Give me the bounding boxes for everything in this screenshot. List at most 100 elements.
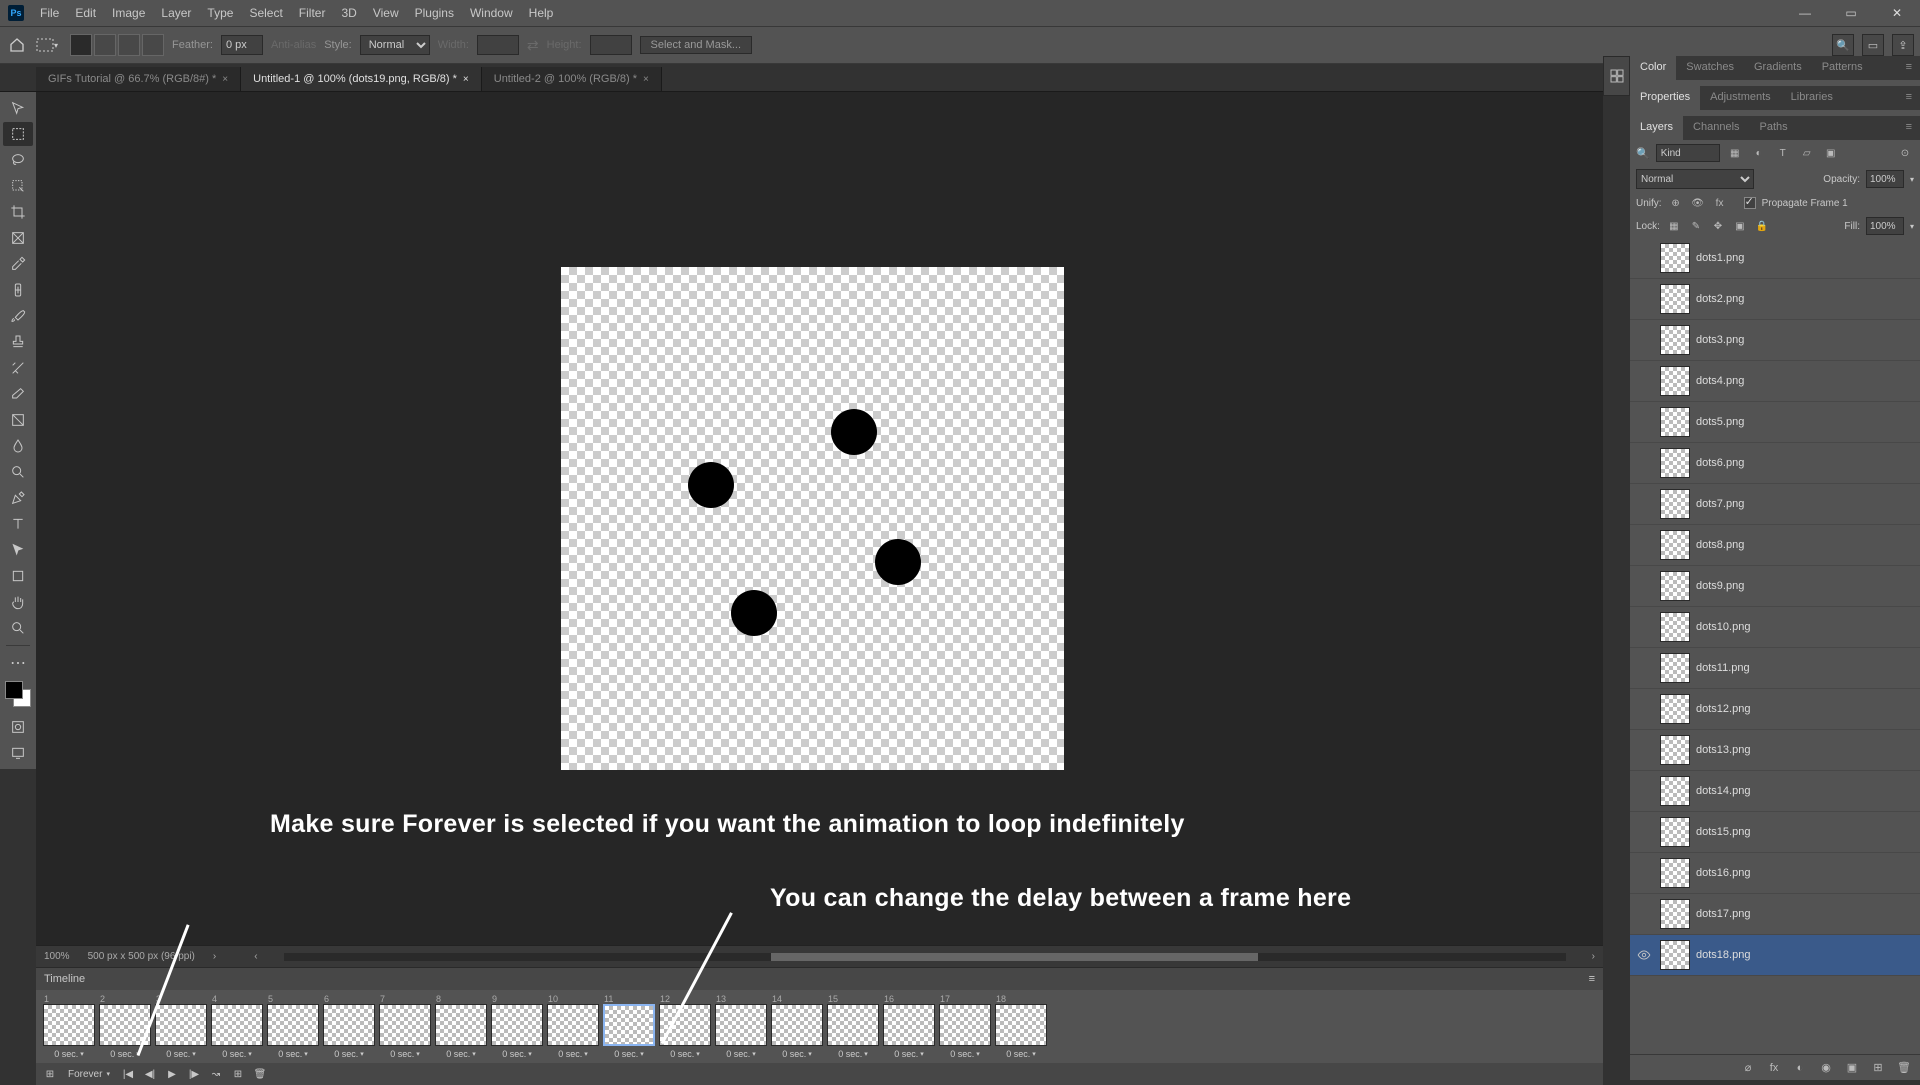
pen-tool[interactable]: [3, 486, 33, 510]
layer-row[interactable]: dots3.png: [1630, 320, 1920, 361]
layer-row[interactable]: dots12.png: [1630, 689, 1920, 730]
layer-row[interactable]: dots15.png: [1630, 812, 1920, 853]
visibility-toggle[interactable]: [1634, 948, 1654, 962]
lock-position-icon[interactable]: ✥: [1710, 218, 1726, 234]
screenmode-tool[interactable]: [3, 741, 33, 765]
tab-color[interactable]: Color: [1630, 56, 1676, 80]
frame-delay[interactable]: 0 sec.▾: [894, 1049, 924, 1059]
tab-gradients[interactable]: Gradients: [1744, 56, 1812, 80]
filter-adjust-icon[interactable]: ◐: [1750, 144, 1768, 162]
lock-pixels-icon[interactable]: ✎: [1688, 218, 1704, 234]
lock-all-icon[interactable]: 🔒: [1754, 218, 1770, 234]
color-swatches[interactable]: [5, 681, 31, 707]
window-maximize[interactable]: ▭: [1828, 0, 1874, 26]
search-icon[interactable]: 🔍: [1832, 34, 1854, 56]
frame-delay[interactable]: 0 sec.▾: [782, 1049, 812, 1059]
home-icon[interactable]: [6, 34, 28, 56]
filter-toggle[interactable]: ⊙: [1896, 144, 1914, 162]
panel-menu-icon[interactable]: ≡: [1898, 116, 1920, 140]
timeline-frame[interactable]: 60 sec.▾: [322, 994, 376, 1059]
filter-shape-icon[interactable]: ▱: [1798, 144, 1816, 162]
tab-paths[interactable]: Paths: [1750, 116, 1798, 140]
layer-mask-icon[interactable]: ◐: [1792, 1060, 1808, 1076]
group-icon[interactable]: ▣: [1844, 1060, 1860, 1076]
layer-row[interactable]: dots18.png: [1630, 935, 1920, 976]
timeline-frame[interactable]: 160 sec.▾: [882, 994, 936, 1059]
close-icon[interactable]: ×: [463, 74, 469, 85]
timeline-frame[interactable]: 120 sec.▾: [658, 994, 712, 1059]
menu-layer[interactable]: Layer: [153, 6, 199, 20]
share-icon[interactable]: ⇪: [1892, 34, 1914, 56]
frame-delay[interactable]: 0 sec.▾: [390, 1049, 420, 1059]
frame-delay[interactable]: 0 sec.▾: [54, 1049, 84, 1059]
selection-subtract[interactable]: [118, 34, 140, 56]
layer-row[interactable]: dots17.png: [1630, 894, 1920, 935]
menu-type[interactable]: Type: [199, 6, 241, 20]
quickmask-tool[interactable]: [3, 715, 33, 739]
timeline-frame[interactable]: 40 sec.▾: [210, 994, 264, 1059]
unify-visibility-icon[interactable]: 👁: [1690, 195, 1706, 211]
timeline-frame[interactable]: 170 sec.▾: [938, 994, 992, 1059]
timeline-frame[interactable]: 130 sec.▾: [714, 994, 768, 1059]
propagate-checkbox[interactable]: [1744, 197, 1756, 209]
timeline-frame[interactable]: 90 sec.▾: [490, 994, 544, 1059]
frame-delay[interactable]: 0 sec.▾: [670, 1049, 700, 1059]
healing-tool[interactable]: [3, 278, 33, 302]
filter-type-icon[interactable]: T: [1774, 144, 1792, 162]
timeline-frame[interactable]: 150 sec.▾: [826, 994, 880, 1059]
layer-row[interactable]: dots10.png: [1630, 607, 1920, 648]
frame-delay[interactable]: 0 sec.▾: [446, 1049, 476, 1059]
unify-style-icon[interactable]: fx: [1712, 195, 1728, 211]
layer-row[interactable]: dots11.png: [1630, 648, 1920, 689]
layer-fx-icon[interactable]: fx: [1766, 1060, 1782, 1076]
path-select-tool[interactable]: [3, 538, 33, 562]
blend-mode-select[interactable]: Normal: [1636, 169, 1754, 189]
tab-layers[interactable]: Layers: [1630, 116, 1683, 140]
panel-menu-icon[interactable]: ≡: [1898, 86, 1920, 110]
timeline-frame[interactable]: 50 sec.▾: [266, 994, 320, 1059]
timeline-frame[interactable]: 140 sec.▾: [770, 994, 824, 1059]
layer-row[interactable]: dots8.png: [1630, 525, 1920, 566]
frames-strip[interactable]: 10 sec.▾20 sec.▾30 sec.▾40 sec.▾50 sec.▾…: [36, 990, 1603, 1063]
menu-plugins[interactable]: Plugins: [407, 6, 462, 20]
selection-intersect[interactable]: [142, 34, 164, 56]
layer-row[interactable]: dots9.png: [1630, 566, 1920, 607]
tab-patterns[interactable]: Patterns: [1812, 56, 1873, 80]
layer-list[interactable]: dots1.pngdots2.pngdots3.pngdots4.pngdots…: [1630, 238, 1920, 1054]
layer-row[interactable]: dots13.png: [1630, 730, 1920, 771]
new-layer-icon[interactable]: ⊞: [1870, 1060, 1886, 1076]
move-tool[interactable]: [3, 96, 33, 120]
layer-row[interactable]: dots6.png: [1630, 443, 1920, 484]
chevron-left-icon[interactable]: ‹: [254, 951, 257, 962]
zoom-level[interactable]: 100%: [44, 951, 70, 962]
frame-delay[interactable]: 0 sec.▾: [838, 1049, 868, 1059]
scroll-track[interactable]: [284, 953, 1566, 961]
workspace-icon[interactable]: ▭: [1862, 34, 1884, 56]
history-brush-tool[interactable]: [3, 356, 33, 380]
chevron-right-icon[interactable]: ›: [1592, 951, 1595, 962]
lock-artboard-icon[interactable]: ▣: [1732, 218, 1748, 234]
timeline-frame[interactable]: 10 sec.▾: [42, 994, 96, 1059]
eraser-tool[interactable]: [3, 382, 33, 406]
frame-delay[interactable]: 0 sec.▾: [110, 1049, 140, 1059]
brush-tool[interactable]: [3, 304, 33, 328]
layer-row[interactable]: dots7.png: [1630, 484, 1920, 525]
layer-row[interactable]: dots2.png: [1630, 279, 1920, 320]
menu-view[interactable]: View: [365, 6, 407, 20]
close-icon[interactable]: ×: [643, 74, 649, 85]
filter-pixel-icon[interactable]: ▦: [1726, 144, 1744, 162]
adjustment-layer-icon[interactable]: ◉: [1818, 1060, 1834, 1076]
opacity-input[interactable]: [1866, 170, 1904, 188]
zoom-tool[interactable]: [3, 616, 33, 640]
type-tool[interactable]: [3, 512, 33, 536]
frame-tool[interactable]: [3, 226, 33, 250]
link-layers-icon[interactable]: ⌀: [1740, 1060, 1756, 1076]
filter-smart-icon[interactable]: ▣: [1822, 144, 1840, 162]
tab-swatches[interactable]: Swatches: [1676, 56, 1744, 80]
frame-delay[interactable]: 0 sec.▾: [278, 1049, 308, 1059]
timeline-frame[interactable]: 110 sec.▾: [602, 994, 656, 1059]
marquee-tool[interactable]: [3, 122, 33, 146]
hand-tool[interactable]: [3, 590, 33, 614]
layer-filter-input[interactable]: [1656, 144, 1720, 162]
timeline-frame[interactable]: 180 sec.▾: [994, 994, 1048, 1059]
